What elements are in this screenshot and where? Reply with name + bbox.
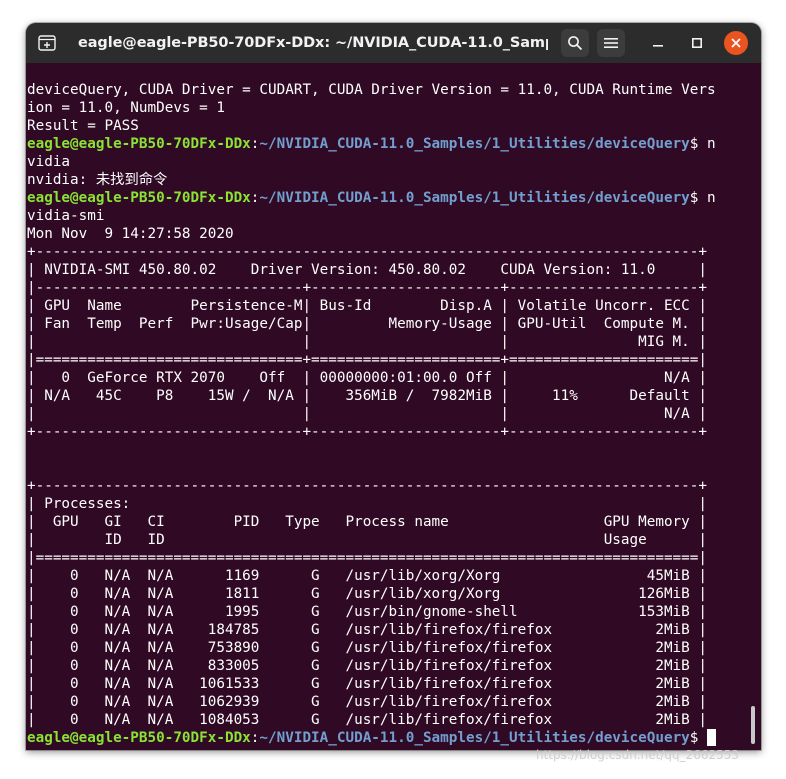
smi-table-line: | 0 GeForce RTX 2070 Off | 00000000:01:0… xyxy=(27,370,707,386)
prompt-user-host: eagle@eagle-PB50-70DFx-DDx xyxy=(27,730,251,746)
prompt-line: eagle@eagle-PB50-70DFx-DDx:~/NVIDIA_CUDA… xyxy=(27,729,749,747)
process-table-line: | Processes: | xyxy=(27,496,707,512)
prompt-path: ~/NVIDIA_CUDA-11.0_Samples/1_Utilities/d… xyxy=(259,730,690,746)
smi-table-line: | NVIDIA-SMI 450.80.02 Driver Version: 4… xyxy=(27,262,707,278)
prompt-user-host: eagle@eagle-PB50-70DFx-DDx xyxy=(27,190,251,206)
scrollbar[interactable] xyxy=(751,706,755,744)
smi-table-line: | | | MIG M. | xyxy=(27,334,707,350)
smi-table-line: |===============================+=======… xyxy=(27,352,707,368)
new-tab-button[interactable] xyxy=(34,30,60,56)
smi-table-line: | Fan Temp Perf Pwr:Usage/Cap| Memory-Us… xyxy=(27,316,707,332)
terminal-window: eagle@eagle-PB50-70DFx-DDx: ~/NVIDIA_CUD… xyxy=(26,23,761,750)
text-cursor xyxy=(707,729,716,746)
search-icon xyxy=(568,36,583,51)
menu-button[interactable] xyxy=(597,29,625,57)
title-bar[interactable]: eagle@eagle-PB50-70DFx-DDx: ~/NVIDIA_CUD… xyxy=(26,23,761,63)
process-row: | 0 N/A N/A 1061533 G /usr/lib/firefox/f… xyxy=(27,676,707,692)
process-row: | 0 N/A N/A 1811 G /usr/lib/xorg/Xorg 12… xyxy=(27,586,707,602)
prompt-line: eagle@eagle-PB50-70DFx-DDx:~/NVIDIA_CUDA… xyxy=(27,190,716,206)
smi-table-line: | GPU Name Persistence-M| Bus-Id Disp.A … xyxy=(27,298,707,314)
output-line: ion = 11.0, NumDevs = 1 xyxy=(27,100,225,116)
process-table-line: |=======================================… xyxy=(27,550,707,566)
process-row: | 0 N/A N/A 184785 G /usr/lib/firefox/fi… xyxy=(27,622,707,638)
minimize-icon xyxy=(653,45,663,47)
smi-table-line: +---------------------------------------… xyxy=(27,244,707,260)
prompt-command: $ n xyxy=(689,190,716,206)
smi-table-line: | N/A 45C P8 15W / N/A | 356MiB / 7982Mi… xyxy=(27,388,707,404)
output-line: nvidia: 未找到命令 xyxy=(27,172,168,188)
output-line: Mon Nov 9 14:27:58 2020 xyxy=(27,226,234,242)
prompt-command: $ xyxy=(689,730,707,746)
terminal-output[interactable]: deviceQuery, CUDA Driver = CUDART, CUDA … xyxy=(27,81,749,750)
prompt-user-host: eagle@eagle-PB50-70DFx-DDx xyxy=(27,136,251,152)
output-line: vidia xyxy=(27,154,71,170)
close-button[interactable] xyxy=(724,31,748,55)
minimize-button[interactable] xyxy=(646,31,670,55)
output-line: vidia-smi xyxy=(27,208,105,224)
process-table-line: +---------------------------------------… xyxy=(27,478,707,494)
maximize-icon xyxy=(692,38,702,48)
hamburger-menu-icon xyxy=(604,38,618,48)
new-tab-icon xyxy=(38,35,56,51)
process-row: | 0 N/A N/A 1062939 G /usr/lib/firefox/f… xyxy=(27,694,707,710)
close-icon xyxy=(731,38,741,48)
prompt-path: ~/NVIDIA_CUDA-11.0_Samples/1_Utilities/d… xyxy=(259,136,690,152)
process-row: | 0 N/A N/A 1084053 G /usr/lib/firefox/f… xyxy=(27,712,707,728)
prompt-line: eagle@eagle-PB50-70DFx-DDx:~/NVIDIA_CUDA… xyxy=(27,136,716,152)
window-title: eagle@eagle-PB50-70DFx-DDx: ~/NVIDIA_CUD… xyxy=(78,35,548,51)
smi-table-line: | | | N/A | xyxy=(27,406,707,422)
smi-table-line: +-------------------------------+-------… xyxy=(27,424,707,440)
maximize-button[interactable] xyxy=(685,31,709,55)
process-row: | 0 N/A N/A 833005 G /usr/lib/firefox/fi… xyxy=(27,658,707,674)
smi-table-line: |-------------------------------+-------… xyxy=(27,280,707,296)
process-table-line: | GPU GI CI PID Type Process name GPU Me… xyxy=(27,514,707,530)
watermark-text: https://blog.csdn.net/qq_2662553 xyxy=(536,748,740,762)
process-row: | 0 N/A N/A 753890 G /usr/lib/firefox/fi… xyxy=(27,640,707,656)
prompt-command: $ n xyxy=(689,136,716,152)
process-row: | 0 N/A N/A 1995 G /usr/bin/gnome-shell … xyxy=(27,604,707,620)
output-line: deviceQuery, CUDA Driver = CUDART, CUDA … xyxy=(27,82,716,98)
output-line: Result = PASS xyxy=(27,118,139,134)
prompt-path: ~/NVIDIA_CUDA-11.0_Samples/1_Utilities/d… xyxy=(259,190,690,206)
search-button[interactable] xyxy=(561,29,589,57)
process-row: | 0 N/A N/A 1169 G /usr/lib/xorg/Xorg 45… xyxy=(27,568,707,584)
process-table-line: | ID ID Usage | xyxy=(27,532,707,548)
